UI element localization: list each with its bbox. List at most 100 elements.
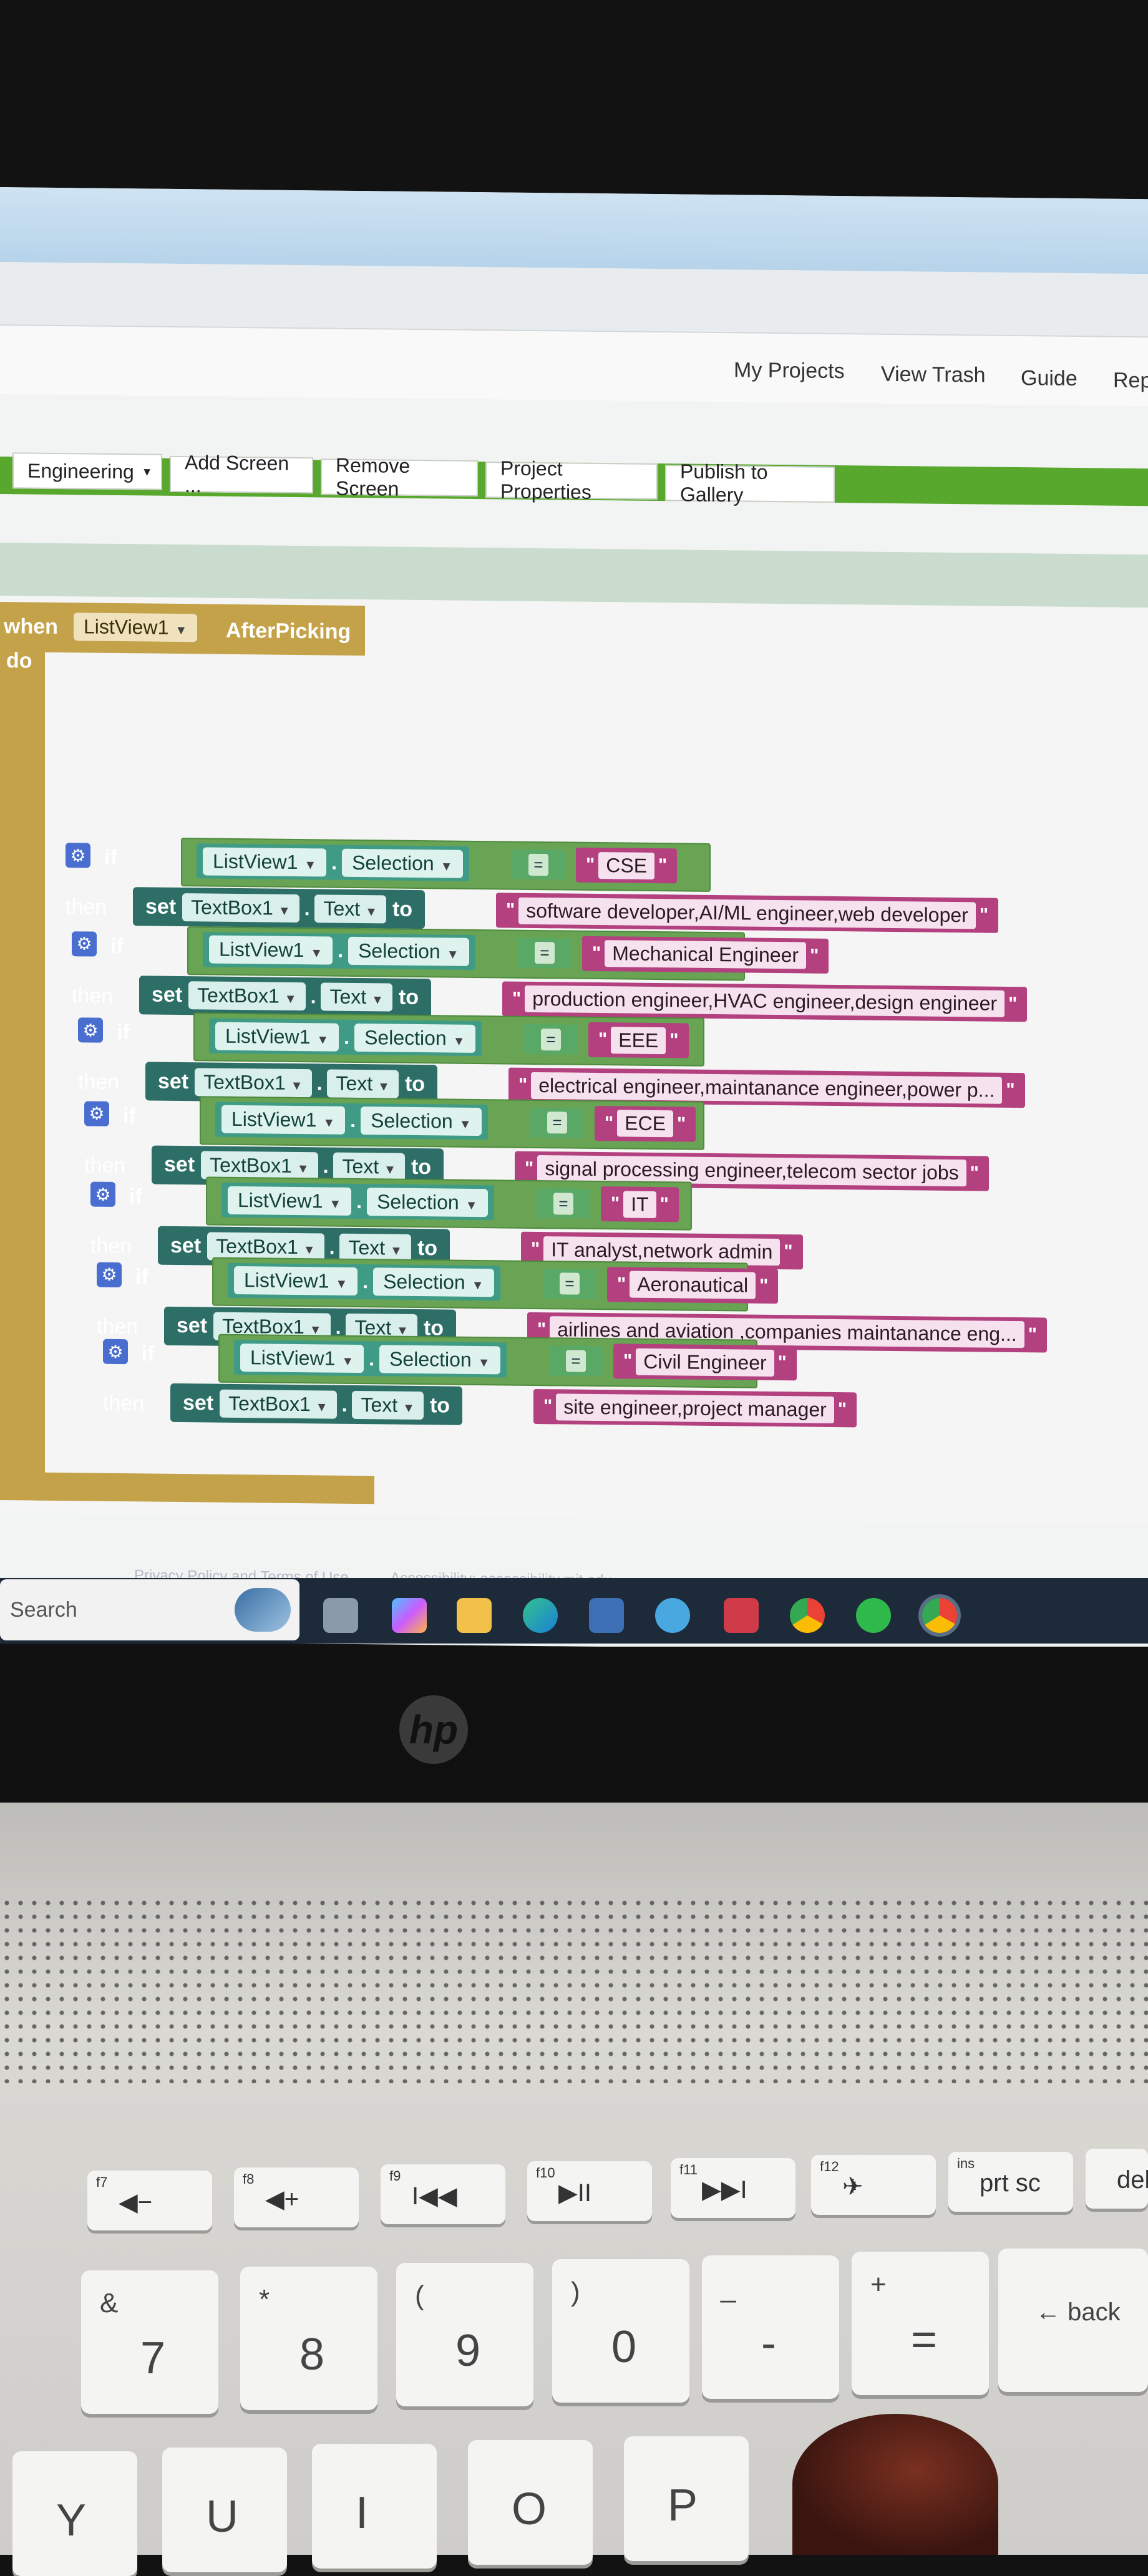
letter-key[interactable]: I bbox=[312, 2444, 437, 2569]
nav-guide[interactable]: Guide bbox=[1021, 366, 1077, 391]
match-string-block[interactable]: " IT " bbox=[601, 1186, 679, 1223]
letter-key[interactable]: P bbox=[624, 2436, 749, 2561]
file-explorer-icon[interactable] bbox=[457, 1598, 492, 1633]
number-key[interactable]: & 7 bbox=[81, 2270, 218, 2414]
chrome-profile-icon[interactable] bbox=[922, 1598, 957, 1633]
chevron-down-icon: ▼ bbox=[477, 1355, 490, 1370]
microsoft-store-icon[interactable] bbox=[589, 1598, 624, 1633]
result-string-value[interactable]: production engineer,HVAC engineer,design… bbox=[525, 985, 1005, 1017]
result-string-value[interactable]: software developer,AI/ML engineer,web de… bbox=[518, 897, 976, 929]
screen-selector-label: Engineering bbox=[27, 458, 134, 483]
edge-browser-icon[interactable] bbox=[523, 1598, 558, 1633]
match-string-value[interactable]: CSE bbox=[598, 851, 655, 879]
result-string-block[interactable]: " site engineer,project manager " bbox=[533, 1389, 857, 1428]
mutator-gear-icon[interactable]: ⚙ bbox=[84, 1101, 109, 1126]
match-string-value[interactable]: Civil Engineer bbox=[636, 1348, 774, 1377]
equals-operator[interactable]: = bbox=[537, 1188, 590, 1219]
function-key[interactable]: f10 ▶II bbox=[527, 2161, 652, 2221]
publish-to-gallery-button[interactable]: Publish to Gallery bbox=[665, 460, 835, 506]
number-key[interactable]: * 8 bbox=[240, 2267, 377, 2410]
chat-app-icon[interactable] bbox=[655, 1598, 690, 1633]
task-view-icon[interactable] bbox=[323, 1598, 358, 1633]
mutator-gear-icon[interactable]: ⚙ bbox=[72, 931, 97, 957]
mutator-gear-icon[interactable]: ⚙ bbox=[103, 1339, 128, 1365]
equals-operator[interactable]: = bbox=[549, 1345, 603, 1377]
listview-selection-getter[interactable]: ListView1 ▼ . Selection ▼ bbox=[215, 1102, 488, 1140]
mutator-gear-icon[interactable]: ⚙ bbox=[66, 843, 90, 868]
key-shift-label: ( bbox=[415, 2280, 424, 2311]
number-key[interactable]: ) 0 bbox=[552, 2259, 689, 2403]
copilot-icon[interactable] bbox=[392, 1598, 427, 1633]
equals-operator[interactable]: = bbox=[518, 937, 572, 969]
letter-key[interactable]: O bbox=[468, 2440, 593, 2565]
equals-label: = bbox=[547, 1111, 567, 1134]
function-key[interactable]: ins prt sc bbox=[948, 2152, 1073, 2212]
mutator-gear-icon[interactable]: ⚙ bbox=[97, 1262, 122, 1287]
mutator-gear-icon[interactable]: ⚙ bbox=[78, 1017, 103, 1043]
match-string-value[interactable]: IT bbox=[623, 1191, 656, 1218]
function-key[interactable]: f9 I◀◀ bbox=[381, 2164, 505, 2224]
equals-operator[interactable]: = bbox=[543, 1268, 596, 1299]
remove-screen-button[interactable]: Remove Screen bbox=[321, 454, 478, 500]
add-screen-button[interactable]: Add Screen ... bbox=[170, 451, 313, 496]
nav-view-trash[interactable]: View Trash bbox=[881, 362, 986, 388]
key-main-label: 0 bbox=[611, 2322, 637, 2372]
nav-my-projects[interactable]: My Projects bbox=[734, 358, 845, 384]
project-properties-button[interactable]: Project Properties bbox=[485, 457, 658, 503]
match-string-value[interactable]: ECE bbox=[617, 1110, 674, 1138]
match-string-block[interactable]: " Mechanical Engineer " bbox=[582, 936, 829, 974]
mutator-gear-icon[interactable]: ⚙ bbox=[90, 1181, 115, 1208]
chevron-down-icon: ▼ bbox=[304, 858, 317, 872]
number-key[interactable]: _ - bbox=[702, 2255, 839, 2399]
function-key[interactable]: f12 ✈ bbox=[811, 2155, 936, 2215]
chevron-down-icon: ▼ bbox=[384, 1163, 396, 1177]
equals-operator[interactable]: = bbox=[512, 849, 565, 880]
listview-selection-getter[interactable]: ListView1 ▼ . Selection ▼ bbox=[197, 843, 469, 881]
dot-separator: . bbox=[323, 1155, 329, 1178]
match-string-block[interactable]: " ECE " bbox=[595, 1105, 696, 1142]
function-key[interactable]: del bbox=[1086, 2149, 1148, 2209]
match-string-value[interactable]: Aeronautical bbox=[630, 1271, 756, 1299]
set-textbox-block[interactable]: set TextBox1 ▼ . Text ▼ to bbox=[133, 887, 426, 929]
result-string-block[interactable]: " production engineer,HVAC engineer,desig… bbox=[502, 981, 1028, 1022]
match-string-block[interactable]: " EEE " bbox=[588, 1022, 689, 1059]
function-key[interactable]: f8 ◀+ bbox=[234, 2167, 359, 2227]
whatsapp-icon[interactable] bbox=[856, 1598, 891, 1633]
number-key[interactable]: ( 9 bbox=[396, 2263, 533, 2406]
match-string-value[interactable]: EEE bbox=[611, 1027, 666, 1055]
target-component-label: TextBox1 bbox=[191, 895, 273, 919]
letter-key[interactable]: U bbox=[162, 2448, 287, 2572]
key-main-label: 8 bbox=[299, 2330, 325, 2380]
do-keyword: do bbox=[6, 649, 32, 673]
match-string-block[interactable]: " Civil Engineer " bbox=[613, 1344, 797, 1381]
to-keyword: to bbox=[411, 1155, 432, 1179]
listview-selection-getter[interactable]: ListView1 ▼ . Selection ▼ bbox=[221, 1183, 494, 1221]
result-string-block[interactable]: " software developer,AI/ML engineer,web d… bbox=[496, 893, 999, 933]
set-textbox-block[interactable]: set TextBox1 ▼ . Text ▼ to bbox=[170, 1383, 463, 1425]
letter-key[interactable]: Y bbox=[12, 2451, 137, 2576]
backspace-key[interactable]: ← back bbox=[998, 2249, 1148, 2392]
then-keyword: then bbox=[97, 1314, 139, 1339]
equals-operator[interactable]: = bbox=[524, 1024, 578, 1055]
function-key[interactable]: f11 ▶▶I bbox=[671, 2158, 795, 2218]
mcafee-icon[interactable] bbox=[724, 1598, 759, 1633]
equals-operator[interactable]: = bbox=[530, 1107, 584, 1138]
screen-selector[interactable]: Engineering ▼ bbox=[12, 452, 162, 490]
listview-selection-getter[interactable]: ListView1 ▼ . Selection ▼ bbox=[234, 1340, 507, 1378]
set-textbox-block[interactable]: set TextBox1 ▼ . Text ▼ to bbox=[139, 975, 432, 1017]
result-string-value[interactable]: site engineer,project manager bbox=[556, 1393, 834, 1423]
function-key[interactable]: f7 ◀− bbox=[87, 2171, 212, 2230]
nav-report[interactable]: Rep bbox=[1113, 369, 1148, 394]
number-key[interactable]: + = bbox=[852, 2252, 989, 2395]
match-string-block[interactable]: " CSE " bbox=[576, 847, 678, 884]
event-component[interactable]: ListView1 ▼ bbox=[74, 609, 198, 645]
match-string-value[interactable]: Mechanical Engineer bbox=[605, 940, 807, 969]
chrome-icon[interactable] bbox=[790, 1598, 825, 1633]
laptop-screen: My Projects View Trash Guide Rep Enginee… bbox=[0, 187, 1148, 1653]
listview-selection-getter[interactable]: ListView1 ▼ . Selection ▼ bbox=[209, 1018, 482, 1057]
listview-selection-getter[interactable]: ListView1 ▼ . Selection ▼ bbox=[203, 932, 475, 970]
match-string-block[interactable]: " Aeronautical " bbox=[607, 1266, 779, 1304]
taskbar-search[interactable]: Search bbox=[0, 1579, 299, 1640]
result-string-value[interactable]: electrical engineer,maintanance engineer… bbox=[531, 1072, 1003, 1104]
listview-selection-getter[interactable]: ListView1 ▼ . Selection ▼ bbox=[228, 1262, 500, 1301]
